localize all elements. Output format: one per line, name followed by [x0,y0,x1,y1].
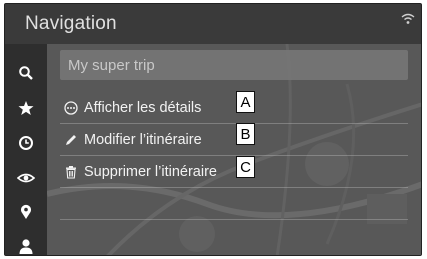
edit-route-button[interactable]: Modifier l’itinéraire [64,128,202,152]
header-bar: Navigation [5,4,421,44]
clock-icon [19,136,33,150]
favorites-button[interactable] [11,93,41,123]
callout-c: C [236,156,255,178]
trip-name-field[interactable]: My super trip [60,50,408,80]
edit-route-label: Modifier l’itinéraire [84,132,202,148]
menu-divider [60,219,408,220]
menu-divider [60,155,408,156]
delete-route-label: Supprimer l’itinéraire [84,164,217,180]
delete-route-button[interactable]: Supprimer l’itinéraire [64,160,217,184]
show-details-label: Afficher les détails [84,100,202,116]
ellipsis-circle-icon [64,101,78,115]
search-button[interactable] [11,58,41,88]
show-details-button[interactable]: Afficher les détails [64,96,201,120]
route-eye-icon [17,173,35,183]
menu-divider [60,123,408,124]
person-icon [19,239,33,254]
page-title: Navigation [25,13,117,34]
navigation-screen: Navigation My super trip Afficher les dé… [4,3,422,256]
history-button[interactable] [11,128,41,158]
trip-name: My super trip [68,57,155,74]
pencil-icon [66,135,76,145]
menu-divider [60,187,408,188]
sidebar [5,44,47,255]
star-icon [18,101,34,115]
location-pin-icon [21,204,31,219]
profile-button[interactable] [11,231,41,255]
callout-a: A [236,91,255,113]
route-menu-panel: My super trip Afficher les détails Modif… [47,44,421,255]
wifi-icon [401,13,415,24]
destination-button[interactable] [11,197,41,227]
route-view-button[interactable] [11,163,41,193]
trash-icon [66,166,76,179]
callout-b: B [236,123,255,145]
search-icon [19,66,33,80]
